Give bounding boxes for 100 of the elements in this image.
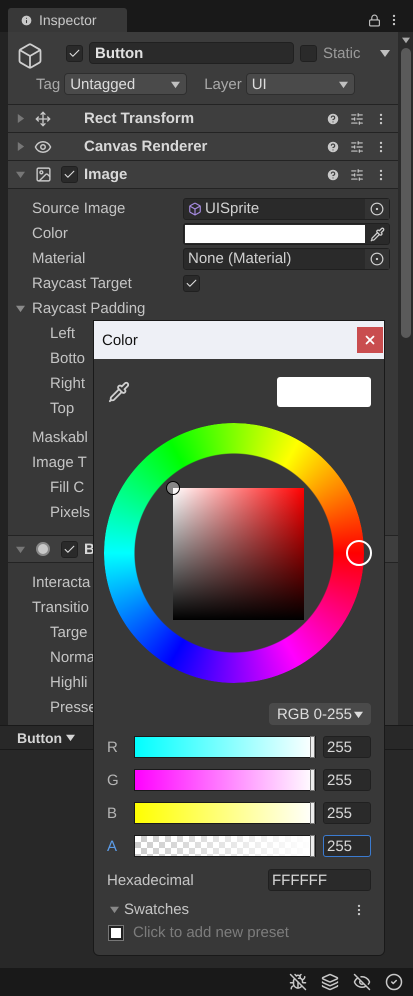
color-field[interactable] <box>183 222 390 244</box>
picker-icon[interactable] <box>365 198 389 218</box>
caret-icon[interactable] <box>66 733 76 742</box>
cube-icon[interactable] <box>16 42 44 70</box>
bug-off-icon[interactable] <box>289 973 307 991</box>
close-icon <box>363 333 377 347</box>
channel-field[interactable]: 255 <box>323 835 371 857</box>
close-button[interactable] <box>357 327 383 353</box>
window-title: Color <box>102 332 138 348</box>
hex-label: Hexadecimal <box>107 872 194 888</box>
hex-field[interactable]: FFFFFF <box>268 869 371 891</box>
channel-field[interactable]: 255 <box>323 736 371 758</box>
component-header[interactable]: Rect Transform <box>8 105 398 133</box>
component-title: Rect Transform <box>84 110 194 127</box>
foldout-arrow[interactable] <box>16 544 25 554</box>
circle-icon <box>36 542 50 556</box>
caret-icon[interactable] <box>354 710 364 718</box>
property-label: Material <box>32 250 86 267</box>
help-icon[interactable] <box>326 168 340 182</box>
presets-icon[interactable] <box>350 112 364 126</box>
eye-off-icon[interactable] <box>353 973 371 991</box>
foldout-arrow[interactable] <box>16 114 25 123</box>
help-icon[interactable] <box>326 140 340 154</box>
foldout-arrow[interactable] <box>16 142 25 151</box>
presets-icon[interactable] <box>350 168 364 182</box>
slider-thumb[interactable] <box>310 769 315 791</box>
object-field[interactable]: None (Material) <box>183 248 390 270</box>
caret-icon[interactable] <box>338 80 348 88</box>
component-header[interactable]: Image <box>8 161 398 189</box>
slider-thumb[interactable] <box>310 736 315 758</box>
scrollbar-thumb[interactable] <box>400 48 410 338</box>
channel-field[interactable]: 255 <box>323 769 371 791</box>
checkbox[interactable] <box>183 275 200 292</box>
property-label: Targe <box>50 624 88 641</box>
arrows-icon <box>35 110 51 126</box>
enabled-checkbox[interactable] <box>61 540 78 558</box>
property-label: Source Image <box>32 200 126 217</box>
slider-thumb[interactable] <box>310 835 315 857</box>
property-label: Color <box>32 225 68 242</box>
channel-label: B <box>107 804 118 822</box>
mode-dropdown[interactable]: RGB 0-255 <box>269 703 371 725</box>
component-title: Canvas Renderer <box>84 138 208 155</box>
presets-icon[interactable] <box>350 140 364 154</box>
eyedropper-icon[interactable] <box>370 226 385 242</box>
eyedropper-icon[interactable] <box>108 381 130 403</box>
foldout-arrow[interactable] <box>16 170 25 179</box>
property-label: Fill C <box>50 479 84 496</box>
component-header[interactable]: Canvas Renderer <box>8 133 398 161</box>
channel-label: R <box>107 738 119 756</box>
foldout-arrow[interactable] <box>16 304 25 313</box>
sprite-icon <box>188 202 202 216</box>
property-label: Right <box>50 375 86 392</box>
active-checkbox[interactable] <box>66 44 83 62</box>
component-title: Image <box>84 166 128 183</box>
caret-icon[interactable] <box>380 48 390 58</box>
saturation-square[interactable] <box>173 488 304 620</box>
hue-handle[interactable] <box>346 540 372 566</box>
foldout-arrow[interactable] <box>110 905 119 914</box>
channel-label: G <box>107 772 120 788</box>
enabled-checkbox[interactable] <box>61 166 78 183</box>
stack-icon[interactable] <box>321 973 339 991</box>
swatches-label: Swatches <box>124 901 190 918</box>
check-circle-icon[interactable] <box>385 973 403 991</box>
channel-field[interactable]: 255 <box>323 802 371 824</box>
channel-slider[interactable] <box>134 736 316 758</box>
inspector-tab[interactable]: Inspector <box>8 8 127 32</box>
info-icon <box>20 14 33 26</box>
channel-label: A <box>107 838 118 854</box>
button-dropdown[interactable]: Button <box>17 730 76 746</box>
picker-icon[interactable] <box>365 248 389 268</box>
channel-slider[interactable] <box>134 835 316 857</box>
property-label: Botto <box>50 350 86 367</box>
property-label: Image T <box>32 454 87 471</box>
channel-slider[interactable] <box>134 769 316 791</box>
scroll-up-arrow[interactable] <box>402 36 410 44</box>
color-handle[interactable] <box>166 481 180 495</box>
property-label: Interacta <box>32 574 90 591</box>
object-field[interactable]: UISprite <box>183 198 390 220</box>
caret-icon[interactable] <box>171 80 180 88</box>
image-icon <box>34 166 52 183</box>
layer-dropdown[interactable]: UI <box>246 73 355 95</box>
layer-label: Layer <box>204 76 242 92</box>
property-label: Maskabl <box>32 429 88 446</box>
tag-label: Tag <box>36 76 60 92</box>
check-icon <box>63 542 76 556</box>
slider-thumb[interactable] <box>310 802 315 824</box>
property-label: Top <box>50 400 74 417</box>
property-label: Raycast Target <box>32 275 132 292</box>
property-label: Transitio <box>32 599 89 616</box>
property-label: Pixels <box>50 504 90 521</box>
static-checkbox[interactable] <box>300 44 317 62</box>
preset-swatch[interactable] <box>109 926 123 940</box>
tag-dropdown[interactable]: Untagged <box>64 73 188 95</box>
lock-icon[interactable] <box>368 14 381 26</box>
channel-slider[interactable] <box>134 802 316 824</box>
check-icon <box>68 46 81 60</box>
name-field[interactable]: Button <box>89 42 294 64</box>
property-label: Highli <box>50 674 88 691</box>
property-label: Raycast Padding <box>32 300 146 317</box>
help-icon[interactable] <box>326 112 340 126</box>
